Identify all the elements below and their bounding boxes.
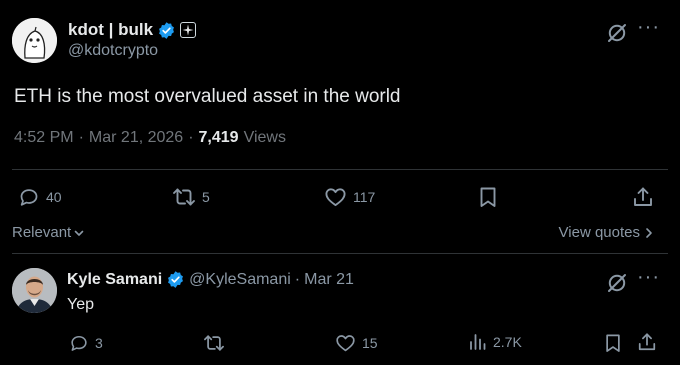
like-count: 117 [353,189,376,205]
meta-separator: · [294,270,301,288]
reply-text: Yep [67,296,94,313]
reply-header: Kyle Samani @KyleSamani · Mar 21 [67,270,354,289]
reply-button[interactable]: 40 [18,186,62,208]
chevron-down-icon [74,230,84,236]
reply-count: 40 [46,189,62,205]
verified-badge-icon[interactable] [166,270,185,289]
view-quotes-label: View quotes [558,224,640,241]
repost-button[interactable]: 5 [172,186,210,208]
tweet-time[interactable]: 4:52 PM [14,129,74,147]
author-avatar[interactable] [12,18,57,63]
repost-icon [173,188,195,206]
grok-icon[interactable] [605,271,629,295]
affiliate-badge-icon[interactable] [180,22,197,38]
views-count: 7,419 [198,129,239,146]
share-icon [638,333,656,351]
meta-separator: · [188,129,194,146]
tweet-text: ETH is the most overvalued asset in the … [14,86,401,107]
view-quotes-link[interactable]: View quotes [559,224,654,241]
reply-reply-count: 3 [95,335,103,351]
like-icon [325,188,346,207]
share-button[interactable] [632,186,654,208]
reply-repost-button[interactable] [203,333,225,353]
reply-views-count: 2.7K [493,334,522,350]
reply-handle[interactable]: @KyleSamani [189,271,291,289]
reply-bookmark-button[interactable] [604,333,622,353]
like-button[interactable]: 117 [324,186,375,208]
verified-badge-icon[interactable] [157,21,176,40]
reply-author-avatar[interactable] [12,268,57,313]
more-icon[interactable]: ··· [637,17,660,37]
reply-share-button[interactable] [637,332,657,352]
grok-icon[interactable] [605,21,629,45]
meta-separator: · [78,129,84,146]
tweet-date[interactable]: Mar 21, 2026 [89,129,183,147]
reply-display-name[interactable]: Kyle Samani [67,271,162,289]
repost-count: 5 [202,189,210,205]
sort-dropdown[interactable]: Relevant [12,224,85,241]
more-icon[interactable]: ··· [637,267,660,287]
share-icon [634,187,652,206]
like-icon [336,335,355,352]
reply-views-button[interactable]: 2.7K [469,333,522,351]
sort-label: Relevant [12,224,72,241]
divider [12,169,668,170]
reply-like-count: 15 [362,335,378,351]
author-display-name[interactable]: kdot | bulk [68,20,153,40]
repost-icon [204,335,224,351]
bookmark-icon [606,334,620,352]
reply-icon [20,189,38,206]
reply-date[interactable]: Mar 21 [304,271,354,289]
views-label: Views [243,129,286,146]
bookmark-icon [480,187,496,207]
divider [12,253,668,254]
author-handle[interactable]: @kdotcrypto [68,42,158,60]
tweet-meta: 4:52 PM · Mar 21, 2026 · 7,419 Views [14,129,286,147]
reply-icon [71,335,87,351]
views-icon [470,334,486,350]
bookmark-button[interactable] [478,186,498,208]
chevron-right-icon [646,227,652,238]
reply-reply-button[interactable]: 3 [69,333,103,353]
author-name-row: kdot | bulk [68,18,197,42]
reply-like-button[interactable]: 15 [335,333,378,353]
